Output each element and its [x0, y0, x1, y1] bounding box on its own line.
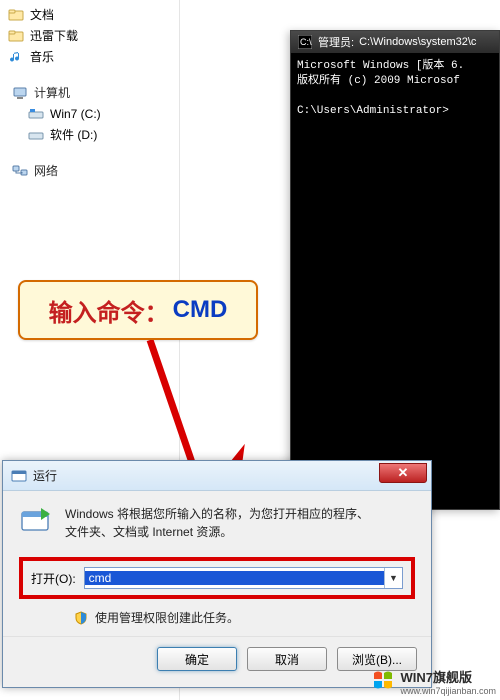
nav-group-label: 网络	[34, 162, 58, 179]
nav-item-label: 软件 (D:)	[50, 126, 97, 143]
open-field-highlight: 打开(O): ▼	[19, 557, 415, 599]
folder-icon	[8, 28, 24, 44]
annotation-callout: 输入命令： CMD	[18, 280, 258, 340]
open-label: 打开(O):	[31, 570, 76, 587]
nav-item-label: 迅雷下载	[30, 27, 78, 44]
watermark: WIN7旗舰版 www.win7qijianban.com	[372, 667, 496, 696]
folder-icon	[8, 7, 24, 23]
close-button[interactable]: ✕	[379, 463, 427, 483]
nav-group-computer[interactable]: 计算机	[8, 81, 179, 104]
nav-group-label: 计算机	[34, 84, 70, 101]
run-titlebar[interactable]: 运行 ✕	[3, 461, 431, 491]
watermark-url: www.win7qijianban.com	[400, 686, 496, 696]
svg-text:C:\: C:\	[300, 37, 312, 47]
cmd-output[interactable]: Microsoft Windows [版本 6. 版权所有 (c) 2009 M…	[291, 53, 499, 124]
callout-text-2: CMD	[173, 296, 228, 324]
drive-icon	[28, 127, 44, 143]
music-icon	[8, 49, 24, 65]
run-dialog: 运行 ✕ Windows 将根据您所输入的名称，为您打开相应的程序、 文件夹、文…	[2, 460, 432, 688]
nav-group-network[interactable]: 网络	[8, 159, 179, 182]
open-input[interactable]	[85, 571, 384, 585]
nav-item-xunlei[interactable]: 迅雷下载	[8, 25, 179, 46]
open-combobox[interactable]: ▼	[84, 567, 403, 589]
chevron-down-icon: ▼	[389, 573, 398, 583]
close-icon: ✕	[398, 465, 409, 481]
windows-logo-icon	[372, 669, 394, 694]
cmd-title-path: C:\Windows\system32\c	[359, 36, 476, 48]
drive-icon	[28, 106, 44, 122]
cmd-icon: C:\	[297, 34, 313, 50]
dialog-button-row: 确定 取消 浏览(B)...	[3, 636, 431, 687]
nav-item-label: 文档	[30, 6, 54, 23]
nav-item-music[interactable]: 音乐	[8, 46, 179, 67]
run-title-text: 运行	[33, 467, 57, 484]
admin-note: 使用管理权限创建此任务。	[95, 609, 239, 626]
nav-item-label: Win7 (C:)	[50, 107, 101, 121]
nav-item-label: 音乐	[30, 48, 54, 65]
cmd-window: C:\ 管理员: C:\Windows\system32\c Microsoft…	[290, 30, 500, 510]
callout-text-1: 输入命令：	[49, 293, 169, 328]
ok-button[interactable]: 确定	[157, 647, 237, 671]
run-description: Windows 将根据您所输入的名称，为您打开相应的程序、 文件夹、文档或 In…	[65, 505, 369, 541]
watermark-text: WIN7旗舰版	[400, 667, 496, 686]
cmd-title-prefix: 管理员:	[318, 34, 354, 50]
cancel-button[interactable]: 取消	[247, 647, 327, 671]
dropdown-button[interactable]: ▼	[384, 568, 402, 588]
nav-item-drive-d[interactable]: 软件 (D:)	[28, 124, 179, 145]
cmd-titlebar[interactable]: C:\ 管理员: C:\Windows\system32\c	[291, 31, 499, 53]
shield-icon	[73, 610, 89, 626]
nav-item-documents[interactable]: 文档	[8, 4, 179, 25]
run-window-icon	[11, 468, 27, 484]
computer-icon	[12, 85, 28, 101]
nav-item-drive-c[interactable]: Win7 (C:)	[28, 104, 179, 124]
run-app-icon	[19, 505, 53, 539]
network-icon	[12, 163, 28, 179]
